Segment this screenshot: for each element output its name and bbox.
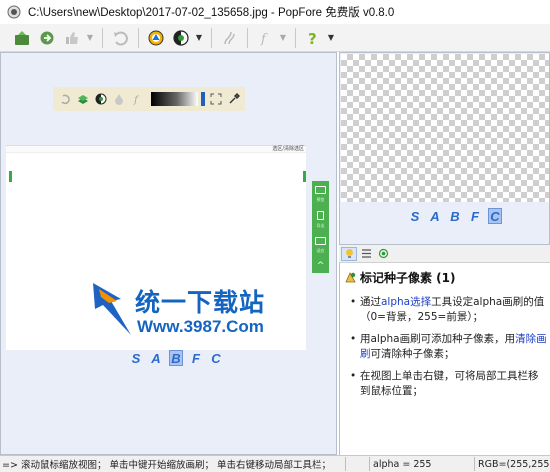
eyedropper-icon[interactable] <box>227 92 241 106</box>
title-bar: C:\Users\new\Desktop\2017-07-02_135658.j… <box>0 0 550 24</box>
fx-dropdown[interactable]: ▼ <box>278 27 288 49</box>
monitor-icon[interactable] <box>315 186 326 195</box>
eye-icon <box>378 248 388 259</box>
channel-a[interactable]: A <box>149 350 163 366</box>
tri-color-icon[interactable] <box>144 27 168 49</box>
fx-small-icon[interactable]: f <box>130 92 144 106</box>
help-item-3: 在视图上单击右键，可将局部工具栏移到鼠标位置； <box>350 369 548 399</box>
undo-icon[interactable] <box>108 27 132 49</box>
thumb-icon[interactable] <box>60 27 84 49</box>
app-icon <box>7 5 21 19</box>
image-top-strip: 选区/清除选区 <box>6 146 306 153</box>
local-undo-icon[interactable] <box>58 92 72 106</box>
main-toolbar: ▼ ▼ f ▼ ? ▼ <box>0 24 550 52</box>
toolbar-separator <box>138 27 139 48</box>
toolbar-separator <box>102 27 103 48</box>
window-title: C:\Users\new\Desktop\2017-07-02_135658.j… <box>28 7 395 19</box>
side-label-2: 导出 <box>316 222 325 228</box>
chevron-up-icon[interactable]: ^ <box>315 261 326 270</box>
layers-icon[interactable] <box>76 92 90 106</box>
channel-s[interactable]: S <box>408 208 422 224</box>
image-top-label: 选区/清除选区 <box>272 146 304 152</box>
channel-f[interactable]: F <box>468 208 482 224</box>
status-rgb: RGB=(255,255,255) <box>474 457 550 471</box>
thumb-dropdown[interactable]: ▼ <box>85 27 95 49</box>
help-topic-icon <box>345 272 356 283</box>
toolbar-separator <box>295 27 296 48</box>
fx-icon[interactable]: f <box>253 27 277 49</box>
marker-right <box>303 171 306 182</box>
open-icon[interactable] <box>10 27 34 49</box>
status-spacer <box>345 457 369 471</box>
status-message: => 滚动鼠标缩放视图； 单击中键开始缩放画刷； 单击右键移动局部工具栏； <box>2 460 331 471</box>
svg-text:?: ? <box>308 30 317 47</box>
channel-a[interactable]: A <box>428 208 442 224</box>
fit-view-icon[interactable] <box>209 92 223 106</box>
brush-icon[interactable] <box>217 27 241 49</box>
watermark-logo: 统一下载站 Www.3987.Com <box>91 279 276 349</box>
help-icon[interactable]: ? <box>301 27 325 49</box>
phone-icon[interactable] <box>317 211 324 220</box>
channel-c[interactable]: C <box>209 350 223 366</box>
logo-cn-text: 统一下载站 <box>135 288 266 317</box>
tab-tips[interactable] <box>341 246 357 261</box>
contrast-icon[interactable] <box>94 92 108 106</box>
transparency-preview[interactable] <box>341 54 549 202</box>
contrast-dropdown[interactable]: ▼ <box>194 27 204 49</box>
channel-b[interactable]: B <box>448 208 462 224</box>
side-label-1: 预览 <box>316 197 325 203</box>
channel-f[interactable]: F <box>189 350 203 366</box>
help-dropdown[interactable]: ▼ <box>326 27 336 49</box>
help-tabs <box>339 245 550 263</box>
left-channel-selector: S A B F C <box>129 350 223 366</box>
channel-c[interactable]: C <box>488 208 502 224</box>
help-list: 通过alpha选择工具设定alpha画刷的值（0=背景，255=前景）； 用al… <box>350 295 548 406</box>
toolbar-separator <box>247 27 248 48</box>
toolbar-separator <box>211 27 212 48</box>
tab-view[interactable] <box>375 247 391 261</box>
help-item-1: 通过alpha选择工具设定alpha画刷的值（0=背景，255=前景）； <box>350 295 548 325</box>
bulb-icon <box>345 249 353 258</box>
image-icon[interactable] <box>315 236 326 245</box>
side-label-3: 适应 <box>316 247 325 253</box>
alpha-slider-thumb[interactable] <box>201 92 206 106</box>
logo-url-text: Www.3987.Com <box>137 317 264 336</box>
list-icon <box>361 249 371 258</box>
channel-b[interactable]: B <box>169 350 183 366</box>
canvas-view[interactable]: f 选区/清除选区 预览 导出 适应 ^ 统一下载站 Www.3987.Com <box>0 52 337 455</box>
drop-icon[interactable] <box>112 92 126 106</box>
channel-s[interactable]: S <box>129 350 143 366</box>
logo-arrow-icon <box>93 283 131 335</box>
right-channel-selector: S A B F C <box>408 208 502 224</box>
help-title-text: 标记种子像素 (1) <box>360 271 456 285</box>
preview-panel: S A B F C <box>339 52 550 245</box>
alpha-select-link[interactable]: alpha选择 <box>381 296 431 308</box>
help-title: 标记种子像素 (1) <box>344 269 456 286</box>
local-toolbar[interactable]: f <box>53 87 245 111</box>
image-side-pane: 预览 导出 适应 ^ <box>312 181 329 273</box>
save-icon[interactable] <box>35 27 59 49</box>
svg-text:f: f <box>133 95 140 105</box>
alpha-gradient-slider[interactable] <box>150 92 199 106</box>
help-panel: 标记种子像素 (1) 通过alpha选择工具设定alpha画刷的值（0=背景，2… <box>339 263 550 455</box>
half-contrast-icon[interactable] <box>169 27 193 49</box>
marker-left <box>9 171 12 182</box>
status-alpha: alpha = 255 <box>369 457 474 471</box>
status-bar: => 滚动鼠标缩放视图； 单击中键开始缩放画刷； 单击右键移动局部工具栏； al… <box>0 455 550 472</box>
svg-text:f: f <box>260 32 268 47</box>
help-item-2: 用alpha画刷可添加种子像素，用清除画刷可清除种子像素； <box>350 332 548 362</box>
tab-list[interactable] <box>358 247 374 261</box>
